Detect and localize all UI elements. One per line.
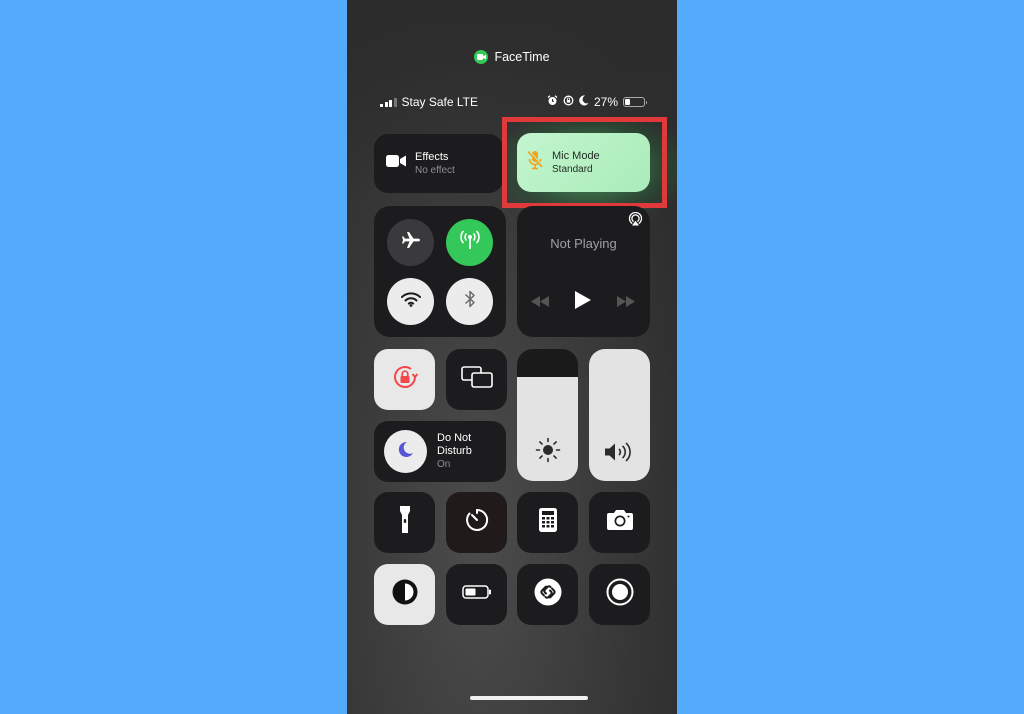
control-center: FaceTime Stay Safe LTE 27% Effects No ef… — [347, 0, 677, 714]
alarm-icon — [547, 95, 558, 109]
home-indicator[interactable] — [470, 696, 588, 700]
media-status: Not Playing — [550, 236, 617, 251]
airplane-icon — [401, 231, 421, 254]
dnd-title-line1: Do Not — [437, 432, 472, 444]
bluetooth-icon — [464, 289, 476, 314]
rewind-button[interactable] — [531, 294, 549, 312]
sun-icon — [517, 437, 578, 463]
moon-icon — [579, 95, 589, 109]
wifi-icon — [400, 291, 421, 312]
active-call-app: FaceTime — [494, 50, 550, 64]
orientation-lock-icon — [391, 363, 419, 396]
wifi-toggle[interactable] — [387, 278, 434, 325]
dnd-state: On — [437, 459, 451, 470]
brightness-level — [517, 376, 578, 481]
dark-mode-icon — [391, 578, 419, 611]
battery-icon — [623, 97, 647, 107]
fast-forward-button[interactable] — [617, 294, 635, 312]
timer-button[interactable] — [446, 492, 507, 553]
bluetooth-toggle[interactable] — [446, 278, 493, 325]
shazam-button[interactable] — [517, 564, 578, 625]
effects-subtitle: No effect — [415, 164, 455, 176]
low-power-mode-toggle[interactable] — [446, 564, 507, 625]
effects-title: Effects — [415, 150, 449, 163]
calculator-button[interactable] — [517, 492, 578, 553]
video-camera-icon — [386, 154, 406, 173]
camera-icon — [606, 510, 633, 535]
orientation-lock-icon — [563, 95, 574, 109]
volume-slider[interactable] — [589, 349, 650, 481]
camera-button[interactable] — [589, 492, 650, 553]
now-playing-module[interactable]: Not Playing — [517, 206, 650, 337]
screen-mirroring-button[interactable] — [446, 349, 507, 410]
status-bar-left: Stay Safe LTE — [380, 95, 478, 109]
calculator-icon — [538, 508, 557, 537]
effects-button[interactable]: Effects No effect — [374, 134, 503, 193]
speaker-icon — [589, 441, 650, 463]
shazam-icon — [534, 578, 562, 611]
dnd-icon-circle — [384, 430, 427, 473]
dark-mode-toggle[interactable] — [374, 564, 435, 625]
airplay-icon[interactable] — [628, 211, 643, 232]
battery-icon — [461, 585, 492, 604]
do-not-disturb-toggle[interactable]: Do Not Disturb On — [374, 421, 506, 482]
flashlight-icon — [399, 506, 410, 539]
flashlight-button[interactable] — [374, 492, 435, 553]
cellular-signal-icon — [380, 97, 397, 107]
screen-mirroring-icon — [460, 366, 493, 393]
battery-level — [625, 99, 630, 105]
facetime-icon — [474, 50, 489, 64]
connectivity-module — [374, 206, 506, 337]
highlight-box — [502, 117, 667, 208]
dnd-title-line2: Disturb — [437, 445, 472, 457]
carrier-name: Stay Safe LTE — [401, 95, 478, 109]
timer-icon — [465, 508, 489, 537]
screen-recording-button[interactable] — [589, 564, 650, 625]
active-call-indicator[interactable]: FaceTime — [347, 50, 677, 64]
status-bar-right: 27% — [547, 95, 647, 109]
moon-icon — [398, 441, 414, 462]
brightness-slider[interactable] — [517, 349, 578, 481]
antenna-icon — [459, 230, 481, 255]
record-icon — [606, 578, 634, 611]
cellular-data-toggle[interactable] — [446, 219, 493, 266]
orientation-lock-toggle[interactable] — [374, 349, 435, 410]
play-button[interactable] — [575, 291, 591, 314]
battery-percent: 27% — [593, 95, 618, 109]
airplane-mode-toggle[interactable] — [387, 219, 434, 266]
